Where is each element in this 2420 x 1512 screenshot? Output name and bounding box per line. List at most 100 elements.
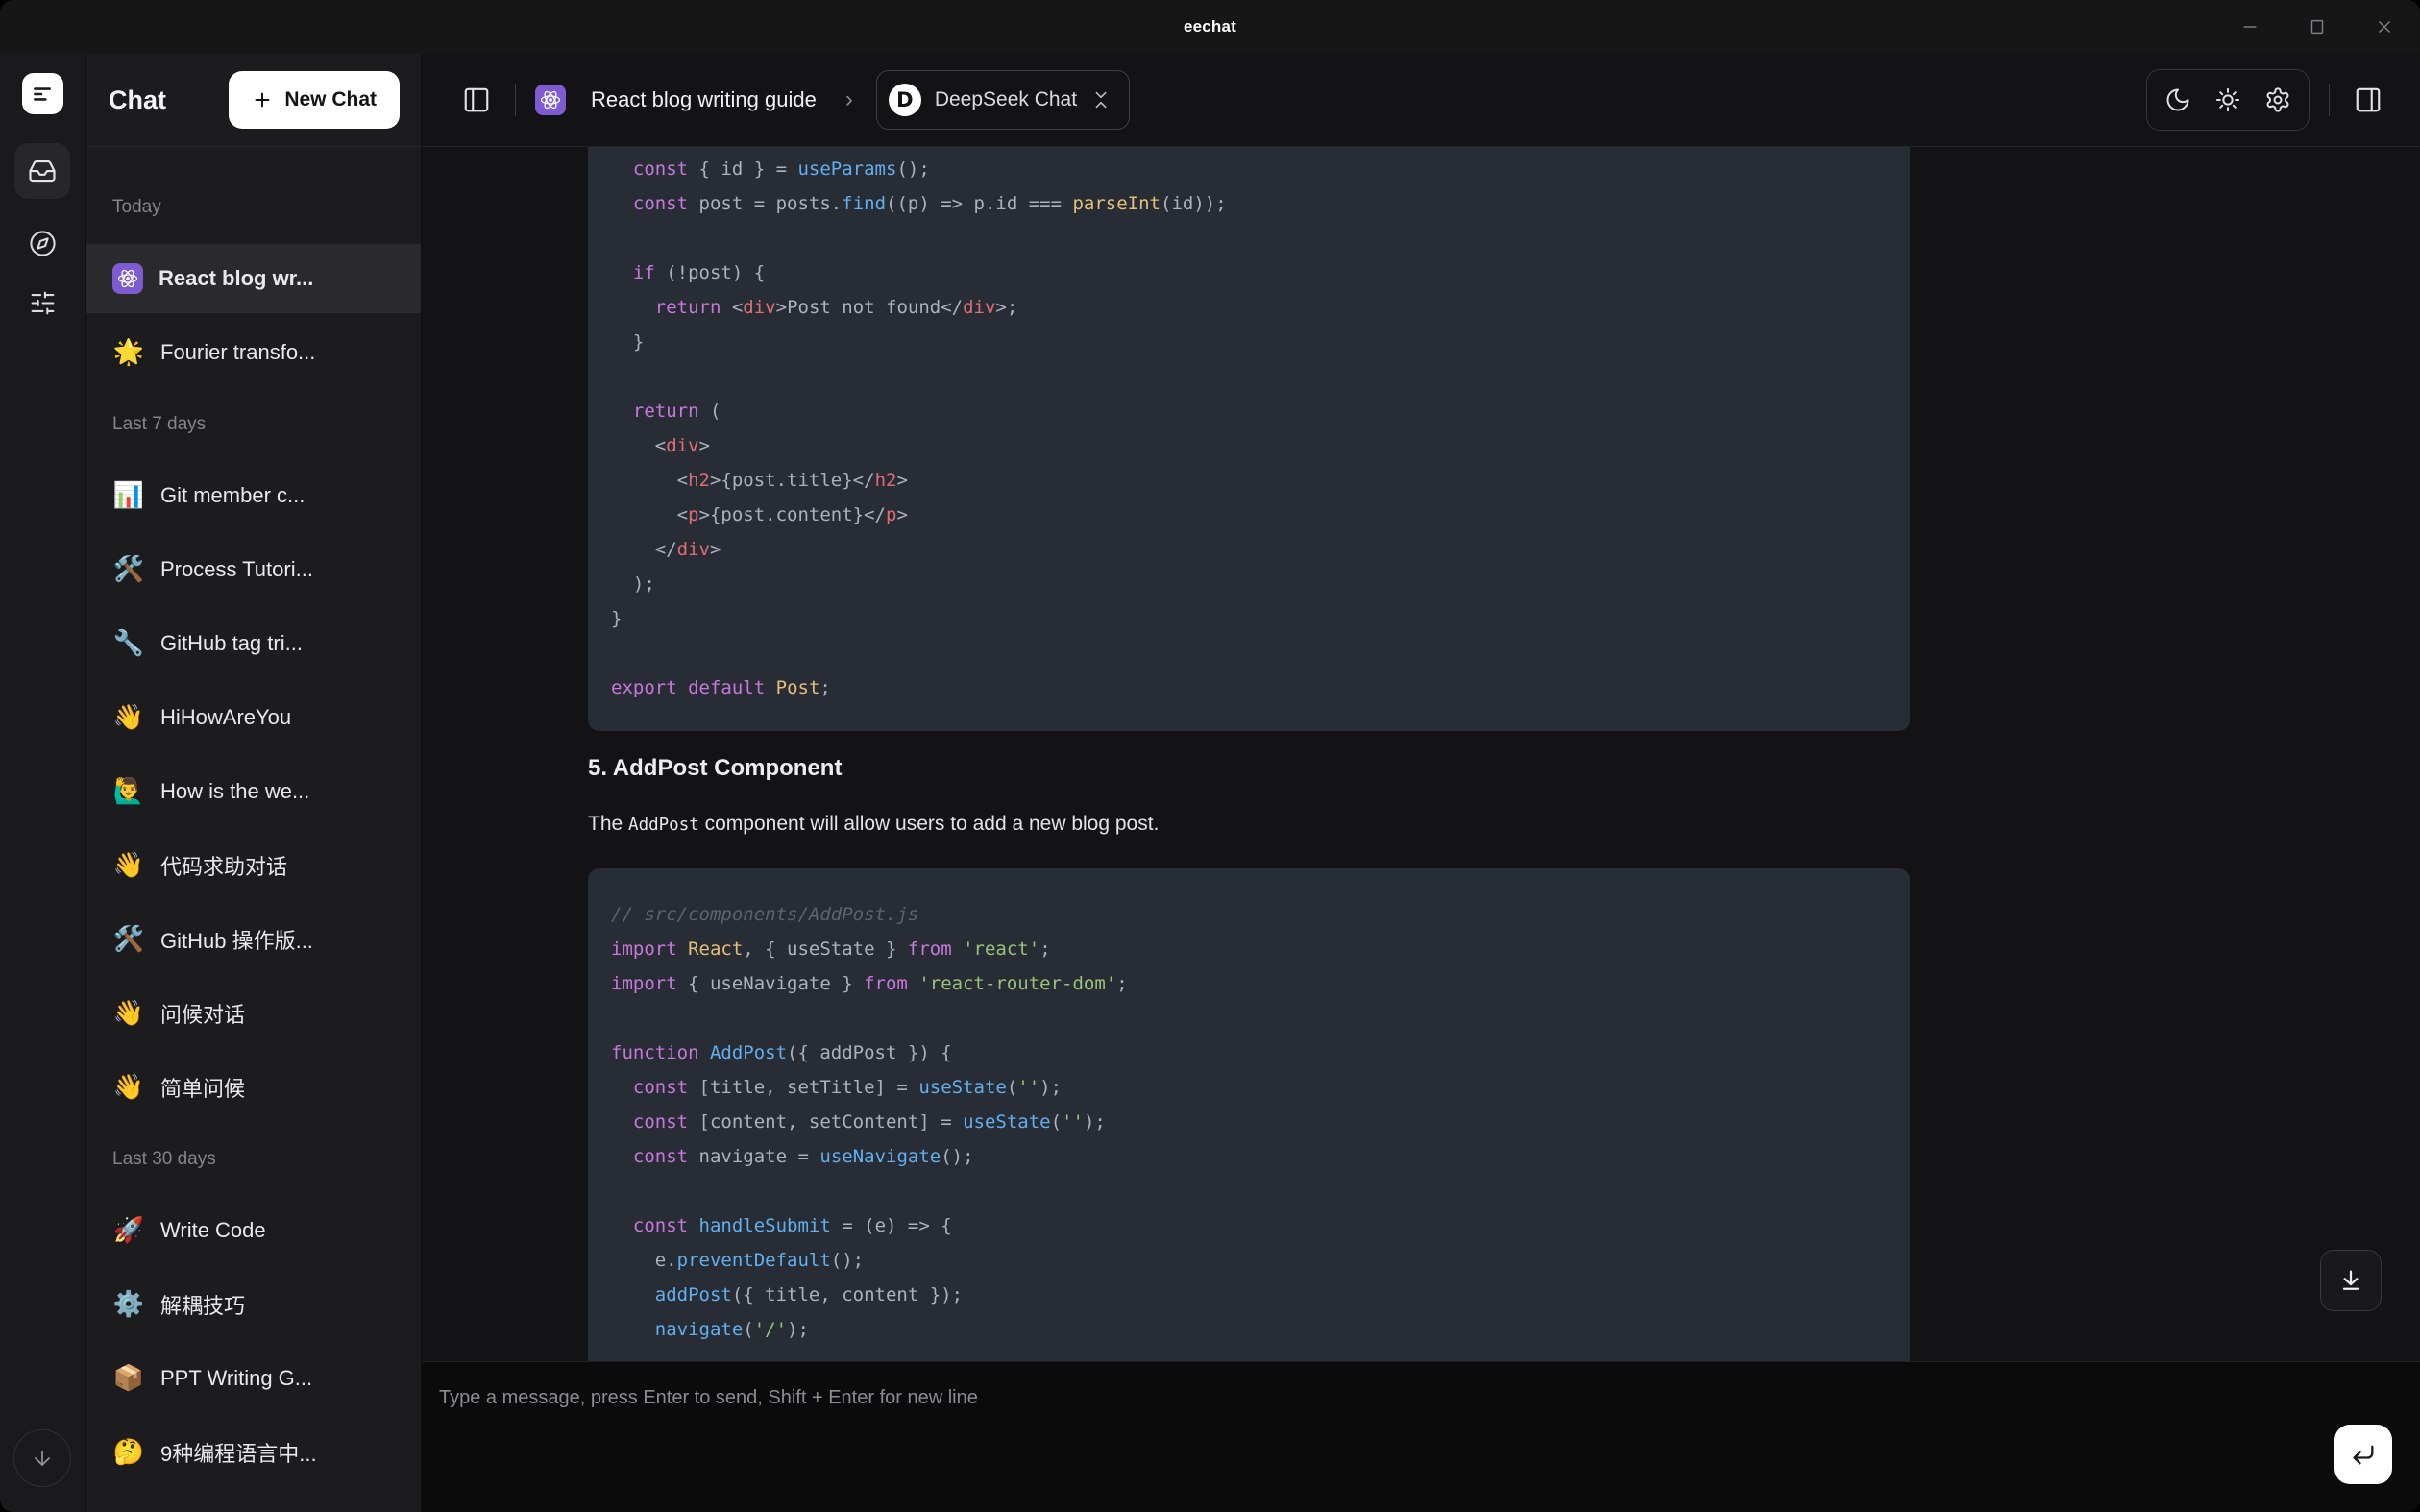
bar-chart-emoji-icon: 📊 <box>112 481 145 510</box>
toggle-sidebar-button[interactable] <box>457 81 496 119</box>
minimize-button[interactable] <box>2237 14 2262 39</box>
sidebar-item[interactable]: 🔧 GitHub tag tri... <box>86 609 421 678</box>
rocket-emoji-icon: 🚀 <box>112 1216 145 1245</box>
sidebar-item[interactable]: 📦PPT Writing G... <box>86 1344 421 1413</box>
code-line: return <div>Post not found</div>; <box>611 290 1887 325</box>
enter-icon <box>2350 1441 2377 1468</box>
sidebar-item[interactable]: 👋简单问候 <box>86 1053 421 1122</box>
sidebar-item[interactable]: React blog wr... <box>86 244 421 313</box>
sidebar-item-label: GitHub tag tri... <box>160 631 303 656</box>
scroll-to-bottom-button[interactable] <box>2320 1250 2382 1311</box>
toggle-right-panel-button[interactable] <box>2349 81 2387 119</box>
code-line: ); <box>611 567 1887 601</box>
app-window: eechat <box>0 0 2420 1512</box>
sidebar-item-label: React blog wr... <box>159 266 313 291</box>
sidebar-item[interactable]: 🙋‍♂️How is the we... <box>86 757 421 826</box>
settings-button[interactable] <box>2253 75 2303 125</box>
chat-header: React blog writing guide › D DeepSeek Ch… <box>422 54 2420 147</box>
sidebar: Chat New Chat TodayReact blog wr...🌟Four… <box>86 54 422 1512</box>
maximize-button[interactable] <box>2305 14 2330 39</box>
dark-mode-button[interactable] <box>2153 75 2203 125</box>
message-paragraph: The AddPost component will allow users t… <box>588 810 1910 840</box>
sidebar-item-label: 简单问候 <box>160 1072 245 1103</box>
code-line: } <box>611 325 1887 359</box>
sidebar-item[interactable]: 👋问候对话 <box>86 979 421 1048</box>
gear-emoji-icon: ⚙️ <box>112 1290 145 1319</box>
sidebar-item[interactable]: 🚀Write Code <box>86 1196 421 1265</box>
code-line: const post = posts.find((p) => p.id === … <box>611 186 1887 221</box>
titlebar: eechat <box>0 0 2420 54</box>
nav-settings-button[interactable] <box>27 287 58 318</box>
rail-scroll-down-button[interactable] <box>13 1429 71 1487</box>
code-line: navigate('/'); <box>611 1312 1887 1347</box>
nav-discover-button[interactable] <box>27 228 58 258</box>
sidebar-item[interactable]: 🤔9种编程语言中... <box>86 1418 421 1487</box>
arrow-down-to-line-icon <box>2337 1267 2364 1294</box>
code-line: import React, { useState } from 'react'; <box>611 932 1887 966</box>
package-emoji-icon: 📦 <box>112 1364 145 1393</box>
inline-code: AddPost <box>628 816 699 835</box>
code-line <box>611 359 1887 394</box>
hammer-wrench-emoji-icon: 🛠️ <box>112 555 145 584</box>
assistant-message: const { id } = useParams(); const post =… <box>588 147 1910 1361</box>
code-line: // src/components/AddPost.js <box>611 897 1887 932</box>
sidebar-item-label: Fourier transfo... <box>160 340 315 365</box>
light-mode-button[interactable] <box>2203 75 2253 125</box>
sidebar-section-label: Last 30 days <box>86 1149 421 1170</box>
chat-title: React blog writing guide <box>591 87 817 112</box>
compass-icon <box>29 230 57 257</box>
sidebar-item-label: 解耦技巧 <box>160 1289 245 1320</box>
notes-icon <box>30 82 55 107</box>
sidebar-item[interactable]: ⚙️ 解耦技巧 <box>86 1270 421 1339</box>
thinking-emoji-icon: 🤔 <box>112 1438 145 1467</box>
gear-icon <box>2264 86 2291 113</box>
code-block-addpost-component: // src/components/AddPost.jsimport React… <box>588 868 1910 1361</box>
sidebar-item[interactable]: 📊 Git member c... <box>86 461 421 530</box>
sidebar-item[interactable]: 🌟Fourier transfo... <box>86 318 421 387</box>
wrench-emoji-icon: 🔧 <box>112 629 145 658</box>
sidebar-item-label: 代码求助对话 <box>160 850 287 881</box>
app-logo-button[interactable] <box>22 73 63 114</box>
code-line <box>611 636 1887 671</box>
maximize-icon <box>2307 16 2328 37</box>
code-line: function AddPost({ addPost }) { <box>611 1036 1887 1070</box>
plus-icon <box>252 89 273 110</box>
sidebar-item[interactable]: 🛠️GitHub 操作版... <box>86 905 421 974</box>
sidebar-section-label: Last 7 days <box>86 414 421 435</box>
message-input[interactable] <box>422 1362 2420 1512</box>
send-button[interactable] <box>2334 1425 2392 1484</box>
code-line <box>611 1174 1887 1208</box>
model-selector[interactable]: D DeepSeek Chat <box>876 70 1130 130</box>
sidebar-item[interactable]: 🛠️ Process Tutori... <box>86 535 421 604</box>
sidebar-item-label: Process Tutori... <box>160 557 313 582</box>
sidebar-item[interactable]: 👋 代码求助对话 <box>86 831 421 900</box>
window-title: eechat <box>1184 17 1236 37</box>
code-line: const { id } = useParams(); <box>611 152 1887 186</box>
breadcrumb-chevron-icon: › <box>845 86 853 113</box>
code-line: <h2>{post.title}</h2> <box>611 463 1887 498</box>
sliders-icon <box>29 289 57 317</box>
header-divider <box>2329 84 2330 116</box>
main-panel: React blog writing guide › D DeepSeek Ch… <box>422 54 2420 1512</box>
theme-toggle-group <box>2146 69 2310 131</box>
code-block-post-component: const { id } = useParams(); const post =… <box>588 147 1910 731</box>
react-icon <box>535 85 566 115</box>
sidebar-item[interactable]: 👋HiHowAreYou <box>86 683 421 752</box>
nav-chats-button[interactable] <box>14 143 70 199</box>
code-line <box>611 221 1887 256</box>
message-list[interactable]: const { id } = useParams(); const post =… <box>422 147 2420 1361</box>
code-line <box>611 1001 1887 1036</box>
sidebar-list[interactable]: TodayReact blog wr...🌟Fourier transfo...… <box>86 147 421 1512</box>
code-line: <div> <box>611 428 1887 463</box>
code-line: export default Post; <box>611 671 1887 705</box>
new-chat-button[interactable]: New Chat <box>229 71 400 129</box>
sidebar-item-label: HiHowAreYou <box>160 705 291 730</box>
wave-emoji-icon: 👋 <box>112 999 145 1028</box>
wave-emoji-icon: 👋 <box>112 851 145 880</box>
sidebar-item-label: Git member c... <box>160 483 305 508</box>
code-line: const [title, setTitle] = useState(''); <box>611 1070 1887 1105</box>
close-button[interactable] <box>2372 14 2397 39</box>
code-line: addPost({ title, content }); <box>611 1278 1887 1312</box>
code-line: import { useNavigate } from 'react-route… <box>611 966 1887 1001</box>
window-controls <box>2237 0 2397 54</box>
